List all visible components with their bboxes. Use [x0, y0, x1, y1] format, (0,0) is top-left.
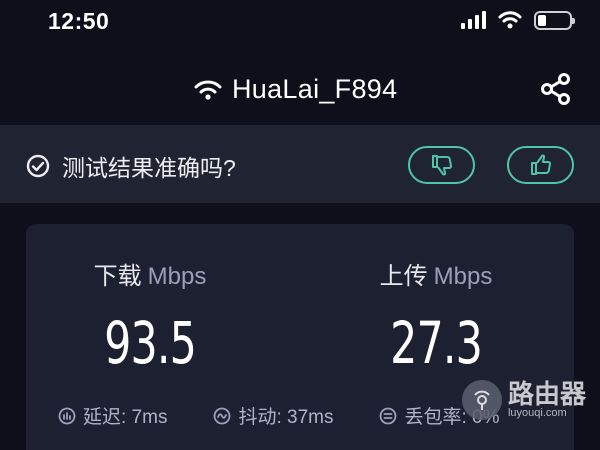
jitter-text: 抖动: 37ms	[238, 407, 334, 428]
watermark-name: 路由器	[507, 379, 586, 409]
feedback-question: 测试结果准确吗?	[26, 149, 236, 183]
thumbs-up-button[interactable]	[507, 146, 574, 184]
latency-icon	[58, 407, 76, 424]
latency-text: 延迟: 7ms	[83, 407, 168, 428]
thumbs-down-button[interactable]	[408, 146, 475, 184]
signal-icon	[461, 11, 486, 29]
battery-icon	[534, 10, 575, 30]
upload-label-text: 上传	[379, 263, 428, 290]
download-label: 下载 Mbps	[50, 256, 250, 291]
router-logo-icon	[461, 380, 502, 420]
network-title: HuaLai_F894	[194, 74, 397, 105]
upload-value: 27.3	[390, 309, 483, 377]
status-bar: 12:50	[0, 0, 600, 44]
watermark-text: 路由器 luyouqi.com	[508, 381, 586, 419]
stats-row: 延迟: 7ms 抖动: 37ms 丢包率: 0%	[58, 402, 500, 429]
watermark: 路由器 luyouqi.com	[461, 380, 586, 420]
jitter-stat: 抖动: 37ms	[213, 402, 333, 429]
download-metric: 下载 Mbps 93.5	[50, 256, 250, 377]
feedback-question-text: 测试结果准确吗?	[62, 155, 236, 181]
download-value: 93.5	[104, 309, 197, 377]
feedback-bar: 测试结果准确吗?	[0, 125, 600, 203]
download-unit: Mbps	[147, 263, 207, 290]
latency-stat: 延迟: 7ms	[58, 402, 167, 429]
network-name: HuaLai_F894	[232, 74, 398, 104]
wifi-icon	[194, 80, 222, 100]
upload-metric: 上传 Mbps 27.3	[336, 256, 536, 377]
status-time: 12:50	[48, 8, 110, 34]
check-circle-icon	[26, 154, 50, 178]
thumbs-down-icon	[431, 155, 452, 176]
share-icon[interactable]	[540, 72, 572, 106]
download-label-text: 下载	[93, 263, 142, 290]
status-icons	[461, 10, 575, 30]
wifi-icon	[498, 11, 522, 29]
header: HuaLai_F894	[0, 64, 600, 116]
upload-label: 上传 Mbps	[336, 256, 536, 291]
upload-unit: Mbps	[433, 263, 493, 290]
packet-loss-icon	[380, 407, 397, 424]
jitter-icon	[214, 407, 231, 424]
battery-level	[538, 14, 546, 26]
thumbs-up-icon	[530, 154, 551, 175]
